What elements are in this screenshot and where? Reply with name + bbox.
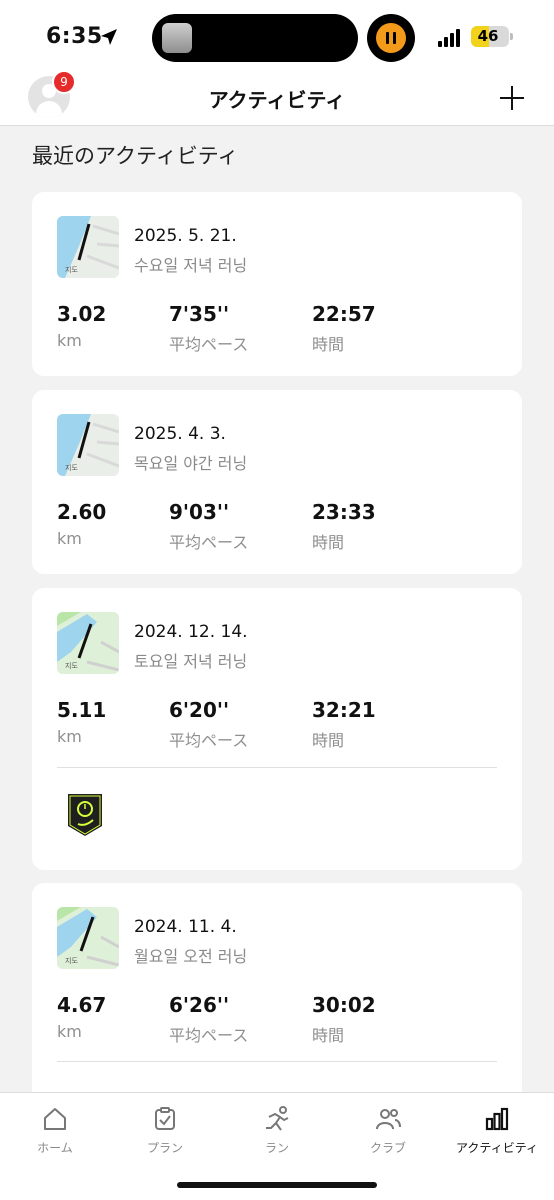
- time-value: 30:02: [312, 993, 376, 1017]
- pace-value: 6'20'': [169, 698, 230, 722]
- battery-level: 46: [477, 27, 499, 45]
- activity-name: 목요일 야간 러닝: [134, 454, 248, 473]
- time-label: 時間: [312, 335, 345, 354]
- dynamic-island[interactable]: [152, 14, 358, 62]
- activity-icon: [485, 1107, 509, 1131]
- tab-plan[interactable]: プラン: [110, 1093, 220, 1163]
- route-map-thumbnail: 지도: [57, 907, 119, 969]
- tab-activity[interactable]: アクティビティ: [442, 1093, 552, 1163]
- app-header: 9 アクティビティ: [0, 70, 554, 126]
- svg-text:지도: 지도: [65, 956, 78, 965]
- pace-label: 平均ペース: [169, 335, 249, 354]
- add-activity-button[interactable]: [500, 86, 524, 110]
- card-divider: [57, 1061, 497, 1062]
- time-label: 時間: [312, 533, 345, 552]
- home-icon: [44, 1108, 66, 1130]
- activity-date: 2025. 5. 21.: [134, 226, 237, 246]
- card-divider: [57, 767, 497, 768]
- pause-icon: [376, 23, 406, 53]
- distance-value: 3.02: [57, 302, 107, 326]
- distance-unit: km: [57, 529, 82, 548]
- activity-card[interactable]: 지도 2025. 5. 21. 수요일 저녁 러닝 3.02 km 7'35''…: [32, 192, 522, 376]
- distance-unit: km: [57, 1022, 82, 1041]
- pace-value: 6'26'': [169, 993, 230, 1017]
- distance-value: 5.11: [57, 698, 107, 722]
- tab-label: プラン: [146, 1141, 183, 1155]
- achievement-badge-icon[interactable]: [68, 794, 102, 836]
- plan-icon: [155, 1107, 175, 1130]
- distance-value: 2.60: [57, 500, 107, 524]
- time-value: 32:21: [312, 698, 376, 722]
- media-thumbnail: [162, 23, 192, 53]
- time-value: 22:57: [312, 302, 376, 326]
- route-map-thumbnail: 지도: [57, 612, 119, 674]
- club-icon: [376, 1109, 401, 1130]
- activity-name: 월요일 오전 러닝: [134, 947, 248, 966]
- svg-text:지도: 지도: [65, 265, 78, 274]
- activity-date: 2024. 12. 14.: [134, 622, 248, 642]
- status-time: 6:35: [46, 24, 103, 49]
- pace-label: 平均ペース: [169, 533, 249, 552]
- route-map-thumbnail: 지도: [57, 414, 119, 476]
- distance-unit: km: [57, 331, 82, 350]
- activity-name: 수요일 저녁 러닝: [134, 256, 248, 275]
- activity-card[interactable]: 지도 2024. 11. 4. 월요일 오전 러닝 4.67 km 6'26''…: [32, 883, 522, 1103]
- location-arrow-icon: [101, 29, 117, 45]
- activity-name: 토요일 저녁 러닝: [134, 652, 248, 671]
- distance-value: 4.67: [57, 993, 107, 1017]
- home-indicator[interactable]: [177, 1182, 377, 1188]
- tab-label: ホーム: [37, 1141, 73, 1155]
- svg-text:지도: 지도: [65, 661, 78, 670]
- tab-club[interactable]: クラブ: [333, 1093, 443, 1163]
- pace-value: 7'35'': [169, 302, 230, 326]
- battery-icon: 46: [471, 26, 509, 47]
- status-bar: 6:35 46: [0, 0, 554, 76]
- time-label: 時間: [312, 1026, 345, 1045]
- section-title: 最近のアクティビティ: [32, 144, 239, 168]
- time-value: 23:33: [312, 500, 376, 524]
- tab-home[interactable]: ホーム: [0, 1093, 110, 1163]
- pace-value: 9'03'': [169, 500, 230, 524]
- activity-card[interactable]: 지도 2025. 4. 3. 목요일 야간 러닝 2.60 km 9'03'' …: [32, 390, 522, 574]
- svg-text:지도: 지도: [65, 463, 78, 472]
- tab-label: ラン: [264, 1141, 289, 1155]
- tab-run[interactable]: ラン: [222, 1093, 332, 1163]
- tab-label: クラブ: [369, 1141, 406, 1155]
- activity-date: 2024. 11. 4.: [134, 917, 237, 937]
- time-label: 時間: [312, 731, 345, 750]
- route-map-thumbnail: 지도: [57, 216, 119, 278]
- live-activity-timer[interactable]: [367, 14, 415, 62]
- activity-date: 2025. 4. 3.: [134, 424, 226, 444]
- activity-card[interactable]: 지도 2024. 12. 14. 토요일 저녁 러닝 5.11 km 6'20'…: [32, 588, 522, 870]
- page-title: アクティビティ: [208, 88, 346, 112]
- pace-label: 平均ペース: [169, 731, 249, 750]
- signal-icon: [438, 29, 464, 47]
- distance-unit: km: [57, 727, 82, 746]
- tab-label: アクティビティ: [456, 1141, 538, 1155]
- pace-label: 平均ペース: [169, 1026, 249, 1045]
- run-icon: [266, 1106, 289, 1131]
